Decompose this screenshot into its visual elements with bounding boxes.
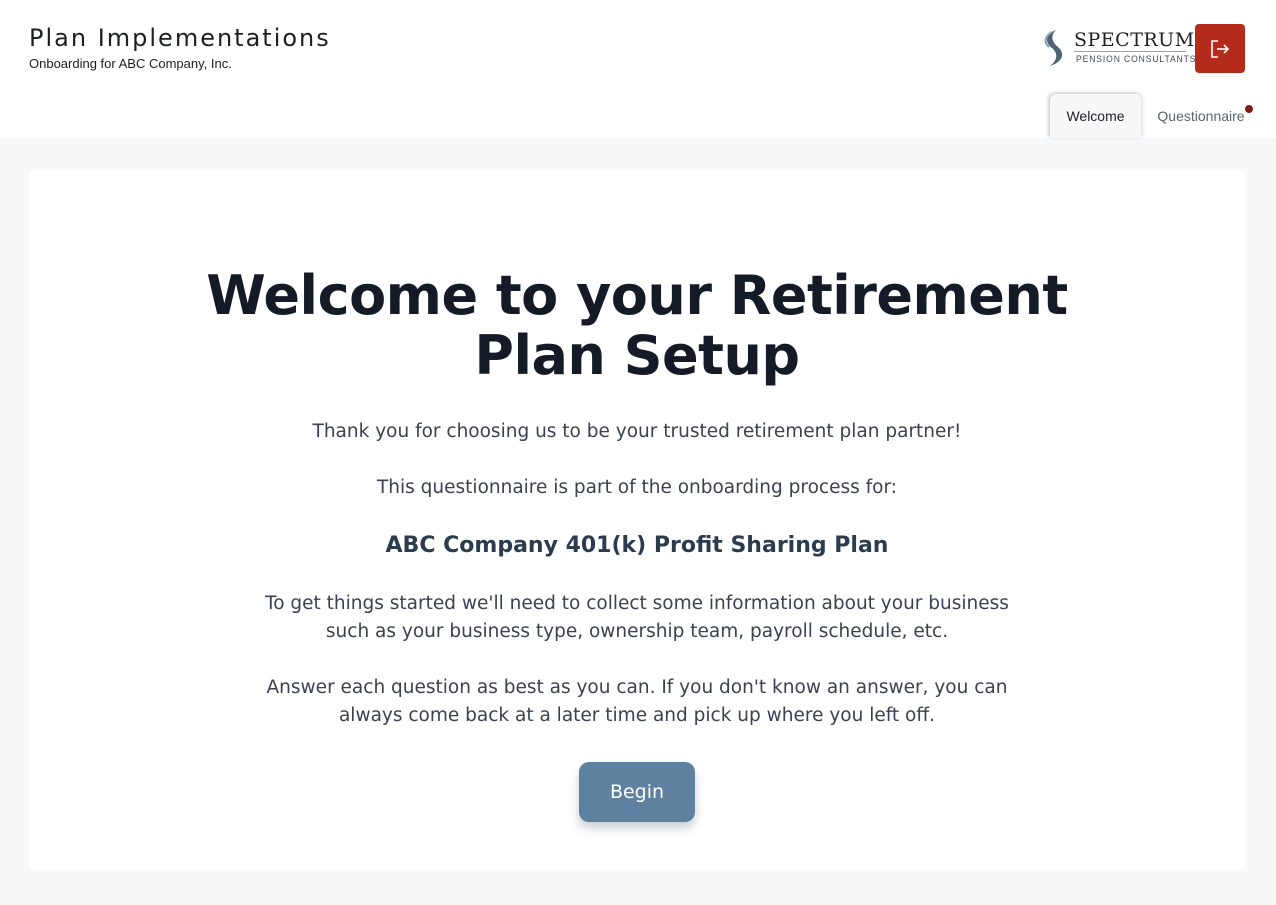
answer-info-line2: always come back at a later time and pic… [338, 705, 936, 726]
answer-info-line1: Answer each question as best as you can.… [266, 677, 1008, 698]
plan-name: ABC Company 401(k) Profit Sharing Plan [385, 533, 889, 558]
logo-wordmark: SPECTRUM [1074, 29, 1195, 51]
page-title-line2: Plan Setup [474, 324, 800, 387]
tab-questionnaire[interactable]: Questionnaire [1150, 94, 1252, 138]
intro-text: This questionnaire is part of the onboar… [377, 477, 897, 498]
collect-info-line2: such as your business type, ownership te… [325, 621, 949, 642]
logo-divider [1074, 51, 1186, 52]
app-title: Plan Implementations [29, 24, 331, 52]
tab-welcome-label: Welcome [1066, 108, 1125, 124]
page-title: Welcome to your Retirement Plan Setup [29, 266, 1245, 386]
thanks-text: Thank you for choosing us to be your tru… [312, 421, 962, 442]
welcome-card: Welcome to your Retirement Plan Setup Th… [29, 170, 1245, 870]
spectrum-swoosh-icon [1044, 30, 1063, 66]
begin-button[interactable]: Begin [579, 762, 695, 822]
logo-tagline: PENSION CONSULTANTS [1076, 54, 1197, 65]
collect-info-text: To get things started we'll need to coll… [29, 590, 1245, 646]
answer-info-text: Answer each question as best as you can.… [29, 674, 1245, 730]
page-title-line1: Welcome to your Retirement [206, 264, 1068, 327]
collect-info-line1: To get things started we'll need to coll… [265, 593, 1009, 614]
tab-questionnaire-label: Questionnaire [1157, 108, 1245, 124]
notification-dot [1245, 105, 1253, 113]
logout-icon [1211, 39, 1230, 58]
app-header: Plan Implementations Onboarding for ABC … [0, 0, 1276, 138]
logout-button[interactable] [1195, 24, 1245, 73]
spectrum-logo: SPECTRUM PENSION CONSULTANTS [1040, 28, 1195, 68]
tab-welcome[interactable]: Welcome [1050, 94, 1141, 138]
app-subtitle: Onboarding for ABC Company, Inc. [29, 56, 232, 71]
